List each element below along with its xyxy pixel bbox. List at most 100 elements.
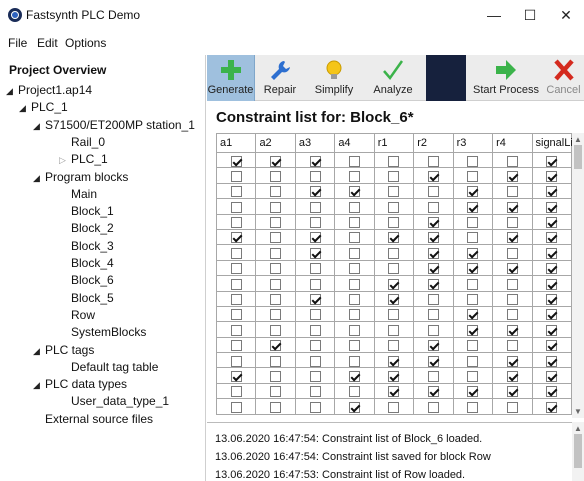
tree-node[interactable]: ◢ PLC data types [33,376,127,393]
checkbox-unchecked[interactable] [388,340,400,352]
grid-scrollbar[interactable]: ▲ ▼ [572,133,584,418]
tree-node[interactable]: External source files [45,411,153,427]
tree-node[interactable]: ▷ PLC_1 [59,151,108,168]
checkbox-unchecked[interactable] [506,340,518,352]
checkbox-unchecked[interactable] [427,155,439,167]
checkbox-checked[interactable] [546,294,558,306]
checkbox-unchecked[interactable] [467,155,479,167]
checkbox-unchecked[interactable] [506,278,518,290]
checkbox-unchecked[interactable] [270,294,282,306]
close-button[interactable]: ✕ [548,4,584,26]
grid-column-header[interactable]: a1 [216,133,257,153]
checkbox-checked[interactable] [506,201,518,213]
scroll-up-icon[interactable]: ▲ [574,135,582,144]
checkbox-unchecked[interactable] [270,186,282,198]
analyze-button[interactable]: Analyze [364,55,422,101]
checkbox-unchecked[interactable] [467,370,479,382]
checkbox-unchecked[interactable] [270,278,282,290]
checkbox-checked[interactable] [506,386,518,398]
checkbox-unchecked[interactable] [467,294,479,306]
grid-column-header[interactable]: r2 [413,133,454,153]
maximize-button[interactable]: ☐ [512,4,548,26]
checkbox-unchecked[interactable] [349,232,361,244]
collapse-arrow-icon[interactable]: ◢ [33,377,45,393]
checkbox-unchecked[interactable] [506,217,518,229]
checkbox-unchecked[interactable] [270,217,282,229]
checkbox-unchecked[interactable] [388,247,400,259]
checkbox-unchecked[interactable] [427,186,439,198]
checkbox-unchecked[interactable] [388,155,400,167]
checkbox-unchecked[interactable] [309,401,321,413]
checkbox-unchecked[interactable] [230,186,242,198]
checkbox-checked[interactable] [467,247,479,259]
grid-column-header[interactable]: a4 [334,133,375,153]
checkbox-unchecked[interactable] [506,186,518,198]
checkbox-checked[interactable] [388,386,400,398]
checkbox-unchecked[interactable] [309,217,321,229]
checkbox-checked[interactable] [427,263,439,275]
grid-column-header[interactable]: a2 [255,133,296,153]
checkbox-checked[interactable] [309,294,321,306]
checkbox-unchecked[interactable] [427,401,439,413]
checkbox-unchecked[interactable] [230,324,242,336]
checkbox-unchecked[interactable] [270,232,282,244]
checkbox-unchecked[interactable] [467,232,479,244]
checkbox-unchecked[interactable] [467,401,479,413]
menu-file[interactable]: File [8,36,27,50]
checkbox-checked[interactable] [546,309,558,321]
grid-column-header[interactable]: signalLi [531,133,572,153]
checkbox-checked[interactable] [506,170,518,182]
checkbox-checked[interactable] [309,155,321,167]
checkbox-unchecked[interactable] [309,170,321,182]
tree-node[interactable]: Row [71,307,95,323]
checkbox-checked[interactable] [230,370,242,382]
checkbox-checked[interactable] [546,201,558,213]
collapse-arrow-icon[interactable]: ◢ [6,83,18,99]
checkbox-unchecked[interactable] [467,340,479,352]
checkbox-checked[interactable] [309,232,321,244]
checkbox-checked[interactable] [388,232,400,244]
checkbox-unchecked[interactable] [230,247,242,259]
checkbox-checked[interactable] [546,170,558,182]
checkbox-unchecked[interactable] [427,294,439,306]
checkbox-checked[interactable] [230,155,242,167]
log-scrollbar[interactable]: ▲ [572,422,584,481]
checkbox-unchecked[interactable] [349,355,361,367]
checkbox-checked[interactable] [506,370,518,382]
checkbox-unchecked[interactable] [349,340,361,352]
tree-node[interactable]: Default tag table [71,359,158,375]
checkbox-checked[interactable] [270,340,282,352]
checkbox-unchecked[interactable] [388,401,400,413]
tree-node[interactable]: Block_6 [71,272,114,288]
checkbox-unchecked[interactable] [270,324,282,336]
checkbox-unchecked[interactable] [230,170,242,182]
cancel-button[interactable]: Cancel [543,55,584,101]
tree-node[interactable]: ◢ PLC tags [33,342,94,359]
checkbox-checked[interactable] [546,278,558,290]
collapse-arrow-icon[interactable]: ◢ [33,343,45,359]
checkbox-unchecked[interactable] [270,355,282,367]
checkbox-checked[interactable] [546,247,558,259]
checkbox-unchecked[interactable] [309,386,321,398]
checkbox-checked[interactable] [467,309,479,321]
tree-node[interactable]: ◢ Project1.ap14 [6,82,92,99]
collapse-arrow-icon[interactable]: ◢ [19,100,31,116]
checkbox-unchecked[interactable] [230,294,242,306]
checkbox-checked[interactable] [506,324,518,336]
checkbox-checked[interactable] [546,232,558,244]
checkbox-unchecked[interactable] [230,217,242,229]
checkbox-checked[interactable] [467,324,479,336]
checkbox-unchecked[interactable] [230,386,242,398]
checkbox-unchecked[interactable] [270,201,282,213]
checkbox-checked[interactable] [546,155,558,167]
checkbox-unchecked[interactable] [230,309,242,321]
checkbox-unchecked[interactable] [309,201,321,213]
checkbox-unchecked[interactable] [388,170,400,182]
checkbox-checked[interactable] [546,263,558,275]
checkbox-checked[interactable] [546,324,558,336]
checkbox-checked[interactable] [546,217,558,229]
checkbox-unchecked[interactable] [506,401,518,413]
checkbox-unchecked[interactable] [309,355,321,367]
checkbox-unchecked[interactable] [427,324,439,336]
checkbox-unchecked[interactable] [506,309,518,321]
